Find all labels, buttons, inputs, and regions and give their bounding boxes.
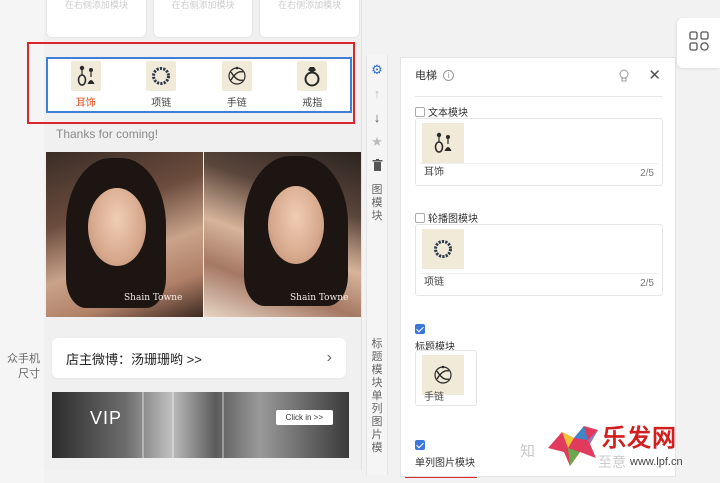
model-photo-left[interactable]: Shain Towne (46, 152, 203, 317)
module-card: 项链 2/5 (415, 224, 663, 296)
panel-title: 电梯 (415, 70, 437, 82)
module-label-single-image[interactable] (415, 440, 425, 450)
trash-icon[interactable] (372, 159, 383, 174)
banner-streak (222, 392, 224, 458)
placeholder-card[interactable]: 在右侧添加模块 (259, 0, 361, 38)
bracelet-icon (221, 61, 252, 91)
nav-label-bracelet: 手链 (226, 98, 247, 109)
vip-banner[interactable]: VIP Click in >> (52, 392, 349, 458)
necklace-icon (146, 61, 177, 91)
watermark-text: 知 (520, 443, 536, 460)
nav-label-necklace: 项链 (151, 98, 172, 109)
lightbulb-icon[interactable] (619, 69, 629, 85)
module-label: 文本模块 (428, 108, 468, 119)
click-in-button[interactable]: Click in >> (275, 410, 333, 425)
placeholder-card[interactable]: 在右侧添加模块 (46, 0, 147, 38)
watermark-brand: 乐发网 (602, 423, 677, 452)
module-checkbox[interactable] (415, 324, 425, 334)
chevron-right-icon: › (326, 349, 332, 366)
watermark-url: www.lpf.cn (630, 456, 683, 468)
top-placeholder-cards: 在右侧添加模块 在右侧添加模块 在右侧添加模块 (44, 0, 361, 40)
module-label: 轮播图模块 (428, 214, 478, 225)
nav-item-earring[interactable]: 耳饰 (56, 61, 116, 109)
arrow-up-icon[interactable]: ↑ (374, 87, 381, 101)
photo-caption: Shain Towne (124, 293, 183, 303)
thanks-text: Thanks for coming! (56, 127, 159, 141)
face-shape (88, 188, 146, 266)
apps-grid-icon (688, 30, 709, 56)
module-title-input[interactable]: 项链 (420, 273, 658, 291)
module-checkbox[interactable] (415, 106, 425, 117)
module-count: 2/5 (640, 168, 654, 179)
gear-icon[interactable]: ⚙ (371, 63, 383, 77)
toolbar-label-modules: 标题模块单列图片模 (371, 338, 383, 454)
module-toolbar: ⚙ ↑ ↓ ★ 图模块 标题模块单列图片模 (366, 55, 388, 475)
module-label: 单列图片模块 (415, 458, 475, 469)
nav-item-ring[interactable]: 戒指 (282, 61, 342, 109)
module-card: 手链 (415, 350, 477, 406)
necklace-icon[interactable] (422, 229, 464, 269)
module-label-carousel[interactable]: 轮播图模块 (415, 210, 478, 225)
module-count: 2/5 (640, 278, 654, 289)
module-checkbox[interactable] (415, 440, 425, 450)
placeholder-card[interactable]: 在右侧添加模块 (152, 0, 254, 38)
watermark-sub: 至意 (598, 454, 626, 470)
weibo-link[interactable]: 店主微博：汤珊珊哟 >> › (52, 338, 346, 378)
nav-label-earring: 耳饰 (75, 98, 96, 109)
earring-icon (70, 61, 101, 91)
panel-header: 电梯 i (401, 58, 677, 92)
divider (415, 96, 663, 97)
phone-preview: 在右侧添加模块 在右侧添加模块 在右侧添加模块 耳饰 项链 手链 戒指 Than… (44, 0, 362, 470)
model-photo-right[interactable]: Shain Towne (204, 152, 361, 317)
nav-item-bracelet[interactable]: 手链 (207, 61, 267, 109)
photo-caption: Shain Towne (290, 293, 349, 303)
module-card: 耳饰 2/5 (415, 118, 663, 186)
banner-streak (172, 392, 174, 458)
banner-streak (142, 392, 144, 458)
nav-label-ring: 戒指 (302, 98, 323, 109)
star-icon[interactable]: ★ (371, 135, 383, 149)
apps-widget[interactable] (677, 18, 720, 68)
info-icon[interactable]: i (443, 69, 454, 81)
settings-panel: 电梯 i ✕ 文本模块 耳饰 2/5 轮播图模块 项链 2/5 标题模块 手链 … (400, 57, 676, 477)
ring-icon (297, 61, 328, 91)
device-size-text-2: 尺寸 (18, 368, 40, 380)
device-size-text-1: 众手机 (7, 353, 40, 365)
category-nav: 耳饰 项链 手链 戒指 (46, 57, 352, 113)
toolbar-label-image-module: 图模块 (371, 184, 383, 222)
device-size-label: 众手机 尺寸 (0, 352, 40, 382)
watermark-logo-icon (548, 426, 598, 466)
module-label-single-image-text: 单列图片模块 (415, 454, 475, 469)
arrow-down-icon[interactable]: ↓ (374, 111, 381, 125)
module-title-input[interactable]: 手链 (420, 389, 472, 407)
module-checkbox[interactable] (415, 212, 425, 223)
module-label-text[interactable]: 文本模块 (415, 104, 468, 119)
earring-icon[interactable] (422, 123, 464, 163)
vip-text: VIP (90, 408, 123, 428)
module-title-input[interactable]: 耳饰 (420, 163, 658, 181)
left-strip: 众手机 尺寸 (0, 0, 44, 483)
module-label-title[interactable] (415, 324, 425, 334)
face-shape (268, 186, 324, 264)
nav-item-necklace[interactable]: 项链 (131, 61, 191, 109)
close-icon[interactable]: ✕ (648, 66, 661, 84)
weibo-text: 店主微博：汤珊珊哟 >> (66, 351, 202, 367)
